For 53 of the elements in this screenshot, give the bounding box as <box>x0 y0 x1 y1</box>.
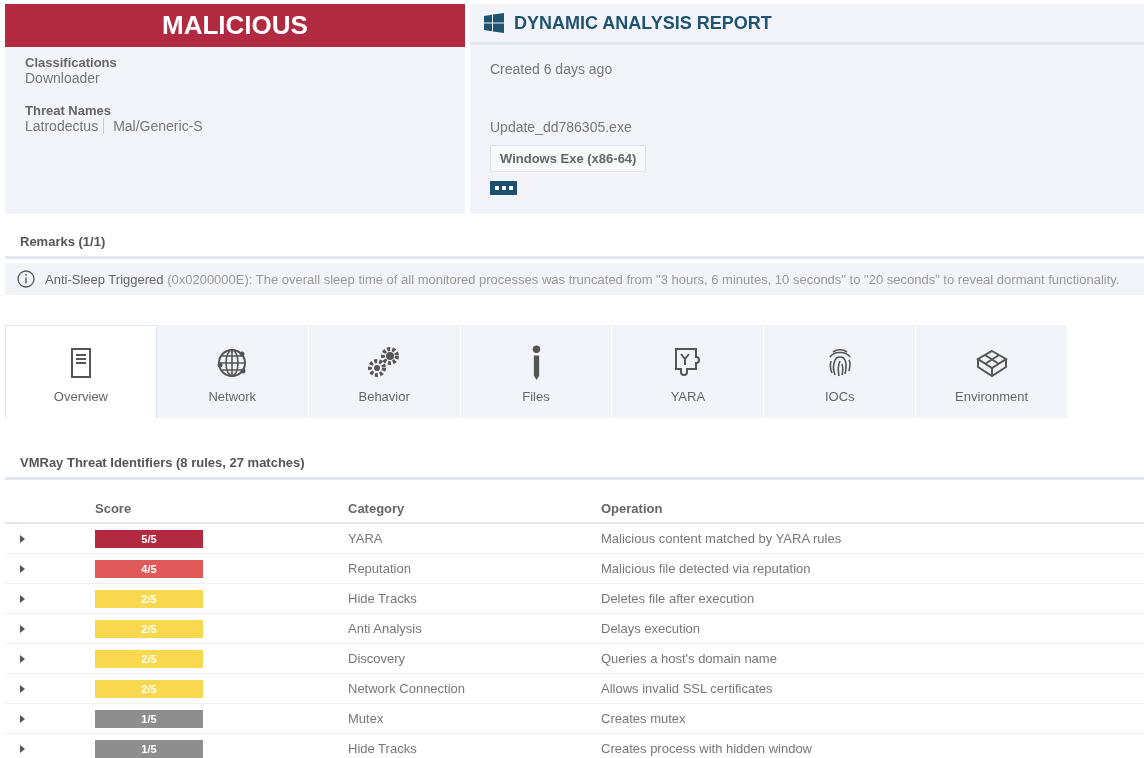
operation-cell: Deletes file after execution <box>601 591 755 606</box>
column-header: Category <box>348 500 405 516</box>
section-title: Remarks (1/1) <box>5 234 1144 259</box>
expand-arrow-icon[interactable] <box>20 714 25 723</box>
expand-arrow-icon[interactable] <box>20 624 25 633</box>
report-title: DYNAMIC ANALYSIS REPORT <box>514 12 772 34</box>
category-cell: Mutex <box>348 711 384 726</box>
score-bar: 2/5 <box>95 619 203 638</box>
section-title: VMRay Threat Identifiers (8 rules, 27 matches) <box>5 455 1144 480</box>
threat-name: Latrodectus <box>25 118 99 134</box>
file-type-tag: Windows Exe (x86-64) <box>490 145 647 172</box>
expand-arrow-icon[interactable] <box>20 654 25 663</box>
score-bar: 2/5 <box>95 649 203 668</box>
verdict-banner: MALICIOUS <box>5 4 465 47</box>
score-bar: 4/5 <box>95 559 203 578</box>
info-icon <box>531 345 541 381</box>
category-cell: Reputation <box>348 561 411 576</box>
operation-cell: Malicious file detected via reputation <box>601 561 811 576</box>
threat-names-label: Threat Names <box>25 103 112 118</box>
column-header: Score <box>95 500 132 516</box>
category-cell: Network Connection <box>348 681 466 696</box>
score-bar: 1/5 <box>95 709 203 728</box>
category-cell: Anti Analysis <box>348 621 422 636</box>
expand-arrow-icon[interactable] <box>20 564 25 573</box>
operation-cell: Allows invalid SSL certificates <box>601 681 773 696</box>
score-bar: 1/5 <box>95 739 203 758</box>
score-bar: 2/5 <box>95 679 203 698</box>
category-cell: Discovery <box>348 651 406 666</box>
windows-logo-icon <box>484 13 504 33</box>
category-cell: Hide Tracks <box>348 741 417 756</box>
classifications-label: Classifications <box>25 55 118 70</box>
info-icon <box>17 270 35 288</box>
tab[interactable]: Overview <box>5 325 157 418</box>
more-button[interactable] <box>490 181 517 195</box>
remark-text: Anti-Sleep Triggered (0x0200000E): The overall sleep time of all monitored processes was truncated from "3 hours, 6 minutes, 10 seconds" to "20 seconds" to reveal dormant functionality. <box>45 271 1120 287</box>
operation-cell: Malicious content matched by YARA rules <box>601 531 842 546</box>
expand-arrow-icon[interactable] <box>20 684 25 693</box>
operation-cell: Queries a host's domain name <box>601 651 777 666</box>
operation-cell: Delays execution <box>601 621 700 636</box>
category-cell: YARA <box>348 531 383 546</box>
classification-value: Downloader <box>25 70 101 86</box>
score-bar: 5/5 <box>95 529 203 548</box>
score-bar: 2/5 <box>95 589 203 608</box>
column-header: Operation <box>601 500 663 516</box>
created-time: Created 6 days ago <box>490 61 613 77</box>
category-cell: Hide Tracks <box>348 591 417 606</box>
expand-arrow-icon[interactable] <box>20 744 25 753</box>
expand-arrow-icon[interactable] <box>20 594 25 603</box>
expand-arrow-icon[interactable] <box>20 534 25 543</box>
operation-cell: Creates mutex <box>601 711 686 726</box>
operation-cell: Creates process with hidden window <box>601 741 812 756</box>
file-name: Update_dd786305.exe <box>490 119 632 135</box>
threat-name: Mal/Generic-S <box>113 118 203 134</box>
